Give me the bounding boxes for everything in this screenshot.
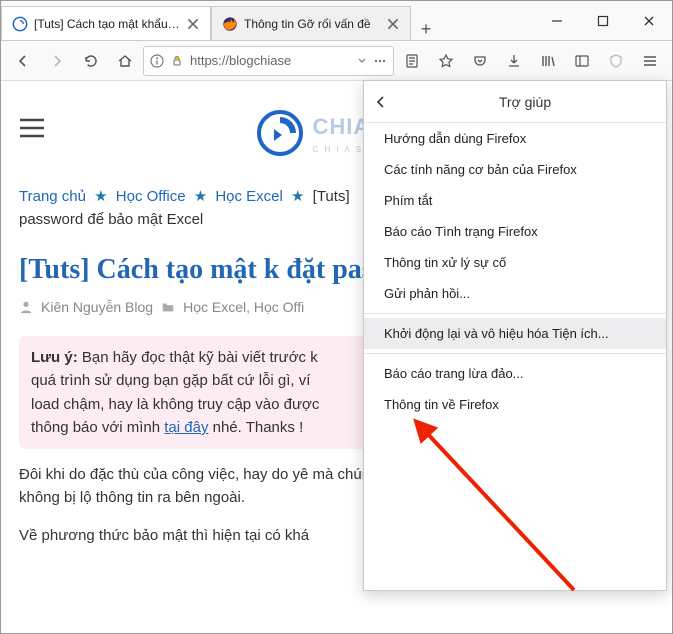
- notice-link[interactable]: tại đây: [164, 419, 208, 436]
- pocket-icon[interactable]: [464, 45, 496, 77]
- breadcrumb-tail: password để bảo mật Excel: [19, 211, 203, 228]
- breadcrumb-hoc-excel[interactable]: Học Excel: [215, 188, 283, 205]
- notice-text: quá trình sử dụng bạn gặp bất cứ lỗi gì,…: [31, 372, 310, 389]
- security-warning-icon[interactable]: [170, 54, 184, 68]
- notice-text: thông báo với mình: [31, 419, 164, 436]
- back-button[interactable]: [7, 45, 39, 77]
- library-icon[interactable]: [532, 45, 564, 77]
- breadcrumb-tuts: [Tuts]: [313, 188, 350, 205]
- post-category[interactable]: Học Excel, Học Offi: [183, 297, 304, 319]
- window-controls: [534, 1, 672, 40]
- new-tab-button[interactable]: +: [411, 19, 441, 40]
- help-panel: Trợ giúp Hướng dẫn dùng Firefox Các tính…: [363, 80, 667, 591]
- reload-button[interactable]: [75, 45, 107, 77]
- panel-item-troubleshoot[interactable]: Thông tin xử lý sự cố: [364, 247, 666, 278]
- panel-item-restart-disable-addons[interactable]: Khởi động lại và vô hiệu hóa Tiện ích...: [364, 318, 666, 349]
- panel-separator: [364, 313, 666, 314]
- tab-active[interactable]: [Tuts] Cách tạo mật khẩu chi: [1, 6, 211, 40]
- logo-mark-icon: [254, 107, 306, 159]
- url-bar[interactable]: https://blogchiase: [143, 46, 394, 76]
- breadcrumb-sep-icon: ★: [94, 188, 107, 205]
- info-icon[interactable]: [150, 54, 164, 68]
- home-button[interactable]: [109, 45, 141, 77]
- panel-item-about[interactable]: Thông tin về Firefox: [364, 389, 666, 420]
- star-bookmark-icon[interactable]: [430, 45, 462, 77]
- notice-text: nhé. Thanks !: [208, 419, 303, 436]
- tab-inactive[interactable]: Thông tin Gỡ rối vấn đề: [211, 6, 411, 40]
- reader-mode-icon[interactable]: [396, 45, 428, 77]
- post-author[interactable]: Kiên Nguyễn Blog: [41, 297, 153, 319]
- site-favicon: [12, 16, 28, 32]
- window-titlebar: [Tuts] Cách tạo mật khẩu chi Thông tin G…: [1, 1, 672, 41]
- panel-separator: [364, 353, 666, 354]
- tab-label: Thông tin Gỡ rối vấn đề: [244, 17, 382, 31]
- browser-tabs: [Tuts] Cách tạo mật khẩu chi Thông tin G…: [1, 1, 534, 40]
- breadcrumb-home[interactable]: Trang chủ: [19, 188, 86, 205]
- tab-close-icon[interactable]: [386, 17, 400, 31]
- panel-title: Trợ giúp: [394, 94, 656, 110]
- browser-toolbar: https://blogchiase: [1, 41, 672, 81]
- downloads-icon[interactable]: [498, 45, 530, 77]
- panel-back-button[interactable]: [374, 95, 394, 109]
- panel-item-report-phishing[interactable]: Báo cáo trang lừa đảo...: [364, 358, 666, 389]
- panel-item-guide[interactable]: Hướng dẫn dùng Firefox: [364, 123, 666, 154]
- window-close-icon[interactable]: [626, 3, 672, 39]
- tab-close-icon[interactable]: [186, 17, 200, 31]
- notice-text: Bạn hãy đọc thật kỹ bài viết trước k: [82, 349, 318, 366]
- notice-label: Lưu ý:: [31, 349, 78, 366]
- panel-item-health[interactable]: Báo cáo Tình trạng Firefox: [364, 216, 666, 247]
- window-minimize-icon[interactable]: [534, 3, 580, 39]
- extensions-icon[interactable]: [600, 45, 632, 77]
- panel-header: Trợ giúp: [364, 81, 666, 123]
- window-maximize-icon[interactable]: [580, 3, 626, 39]
- forward-button[interactable]: [41, 45, 73, 77]
- sidebar-icon[interactable]: [566, 45, 598, 77]
- author-icon: [19, 300, 33, 314]
- url-text: https://blogchiase: [190, 53, 351, 68]
- breadcrumb-sep-icon: ★: [291, 188, 304, 205]
- breadcrumb-hoc-office[interactable]: Học Office: [116, 188, 186, 205]
- panel-item-features[interactable]: Các tính năng cơ bản của Firefox: [364, 154, 666, 185]
- tab-label: [Tuts] Cách tạo mật khẩu chi: [34, 17, 182, 31]
- panel-footer: [364, 420, 666, 590]
- panel-item-feedback[interactable]: Gửi phản hồi...: [364, 278, 666, 309]
- folder-icon: [161, 300, 175, 314]
- url-dropdown-icon[interactable]: [357, 56, 367, 66]
- annotation-arrow-icon: [384, 400, 584, 600]
- breadcrumb-sep-icon: ★: [194, 188, 207, 205]
- page-action-icon[interactable]: [373, 54, 387, 68]
- site-menu-icon[interactable]: [19, 117, 45, 139]
- hamburger-menu-icon[interactable]: [634, 45, 666, 77]
- notice-text: load chậm, hay là không truy cập vào đượ…: [31, 396, 319, 413]
- firefox-favicon: [222, 16, 238, 32]
- panel-item-shortcuts[interactable]: Phím tắt: [364, 185, 666, 216]
